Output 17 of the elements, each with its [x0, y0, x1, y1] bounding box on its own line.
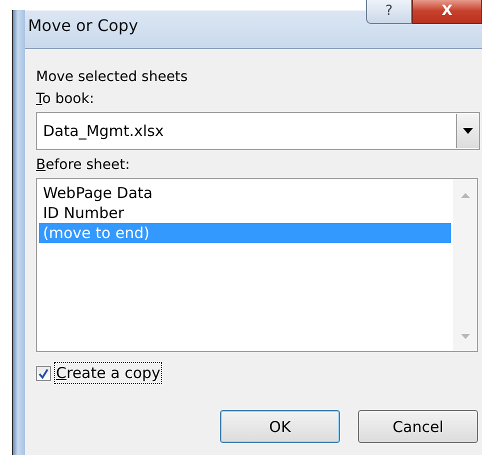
help-button[interactable]: ? [366, 0, 412, 24]
sheet-list[interactable]: WebPage Data ID Number (move to end) [36, 178, 478, 352]
copy-checkbox[interactable] [36, 366, 51, 380]
scroll-up-icon[interactable] [460, 193, 470, 198]
heading-label: Move selected sheets [36, 68, 189, 87]
sheet-list-item[interactable]: WebPage Data [39, 183, 451, 203]
scroll-down-icon[interactable] [460, 334, 470, 339]
close-button[interactable]: X [412, 0, 482, 24]
create-copy-label[interactable]: Create a copy [54, 362, 162, 384]
ok-button[interactable]: OK [220, 410, 340, 443]
to-book-label: To book: [36, 90, 96, 109]
scrollbar[interactable] [453, 179, 477, 351]
cancel-button[interactable]: Cancel [358, 410, 478, 443]
sheet-list-item[interactable]: ID Number [39, 203, 451, 223]
before-sheet-label: Before sheet: [36, 156, 131, 175]
window-title: Move or Copy [28, 16, 138, 35]
book-dropdown[interactable]: Data_Mgmt.xlsx [36, 112, 480, 150]
